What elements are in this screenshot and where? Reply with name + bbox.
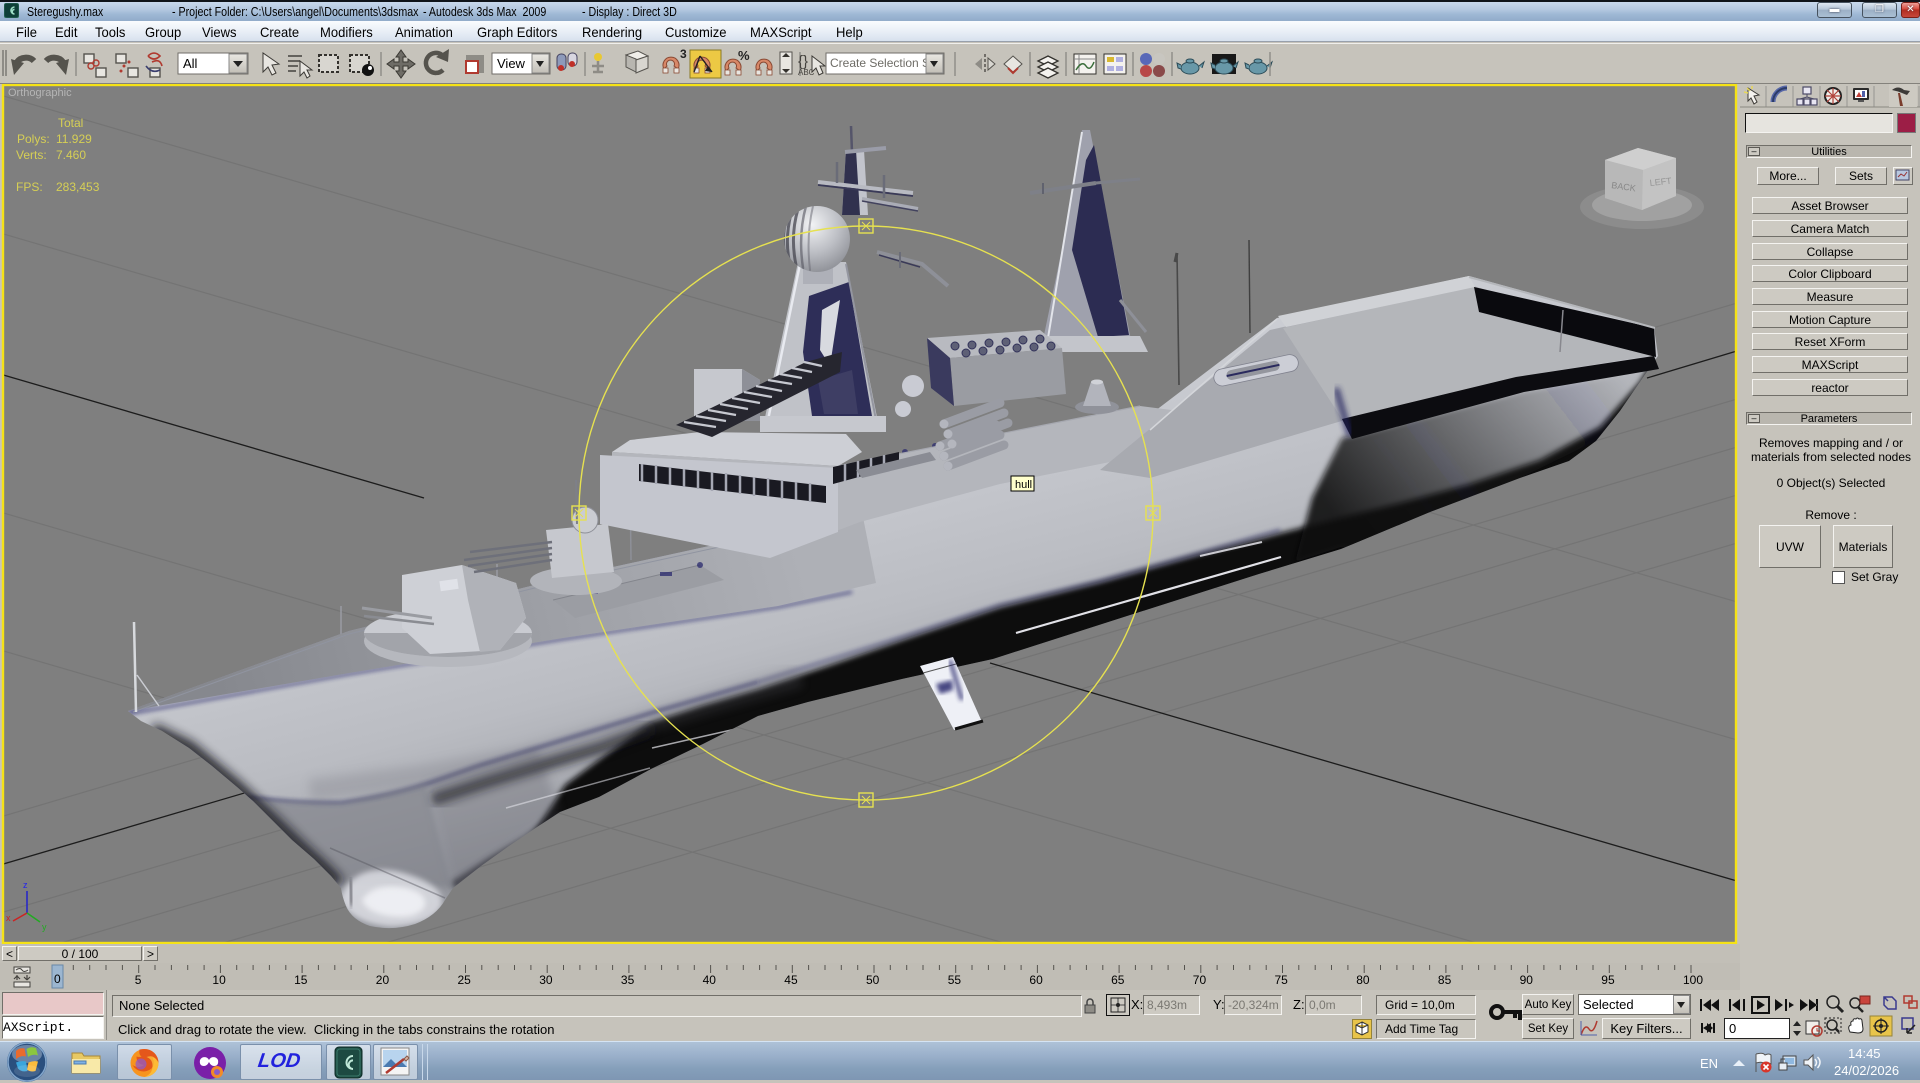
svg-text:All: All [183,56,198,71]
svg-text:30: 30 [539,973,553,987]
svg-text:15: 15 [294,973,308,987]
svg-text:Create Selection Set: Create Selection Set [830,56,941,70]
svg-text:95: 95 [1601,973,1615,987]
svg-text:z: z [23,880,28,890]
svg-text:3: 3 [680,47,687,61]
svg-text:hull: hull [1015,479,1032,491]
svg-text:85: 85 [1438,973,1452,987]
svg-text:45: 45 [784,973,798,987]
svg-text:80: 80 [1356,973,1370,987]
svg-text:70: 70 [1193,973,1207,987]
svg-text:x: x [6,913,11,923]
svg-text:55: 55 [948,973,962,987]
svg-text:FPS:: FPS: [16,180,43,194]
svg-text:View: View [497,56,526,71]
svg-text:11.929: 11.929 [56,132,92,146]
svg-text:%: % [738,48,750,63]
svg-text:Total: Total [58,116,83,130]
svg-text:75: 75 [1275,973,1289,987]
svg-text:35: 35 [621,973,635,987]
svg-text:283,453: 283,453 [56,180,100,194]
svg-text:50: 50 [866,973,880,987]
svg-text:40: 40 [703,973,717,987]
svg-text:90: 90 [1520,973,1534,987]
svg-text:Verts:: Verts: [16,148,47,162]
svg-text:Orthographic: Orthographic [8,87,72,99]
svg-text:60: 60 [1029,973,1043,987]
svg-text:65: 65 [1111,973,1125,987]
svg-text:7.460: 7.460 [56,148,86,162]
svg-text:10: 10 [212,973,226,987]
svg-text:Polys:: Polys: [17,132,50,146]
svg-text:25: 25 [458,973,472,987]
svg-text:0: 0 [54,972,61,986]
svg-text:y: y [42,922,47,932]
svg-text:5: 5 [135,973,142,987]
svg-text:100: 100 [1683,973,1703,987]
svg-text:20: 20 [376,973,390,987]
